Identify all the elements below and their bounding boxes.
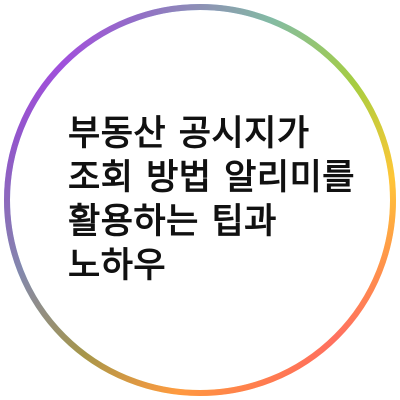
title-line: 부동산 공시지가 <box>68 114 310 154</box>
title-line: 활용하는 팁과 <box>68 202 277 242</box>
thumbnail-canvas: 부동산 공시지가 조회 방법 알리미를 활용하는 팁과 노하우 <box>0 0 400 400</box>
thumbnail-title: 부동산 공시지가 조회 방법 알리미를 활용하는 팁과 노하우 <box>68 112 368 288</box>
title-line: 노하우 <box>68 246 167 286</box>
title-line: 조회 방법 알리미를 <box>68 158 355 198</box>
